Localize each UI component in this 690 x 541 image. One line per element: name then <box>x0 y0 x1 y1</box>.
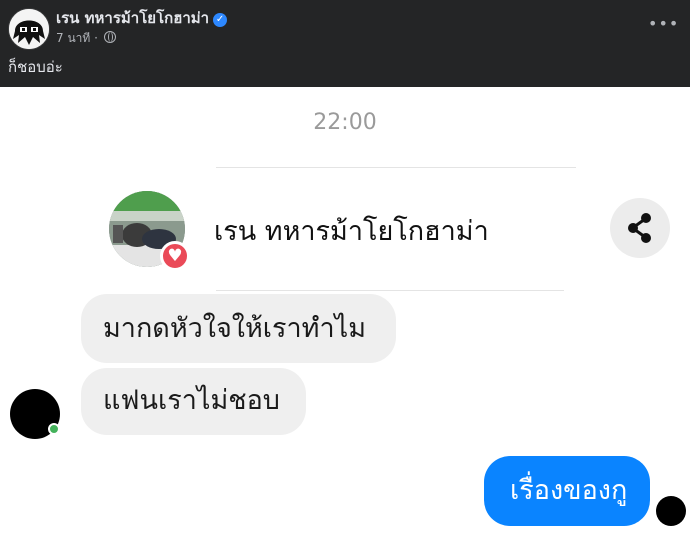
post-caption: ก็ชอบอ่ะ <box>8 58 63 76</box>
verified-badge-icon: ✓ <box>213 13 228 27</box>
outgoing-message[interactable]: เรื่องของกู <box>484 456 650 526</box>
more-options-icon[interactable]: ••• <box>648 16 679 32</box>
globe-icon <box>103 31 116 43</box>
profile-name: เรน ทหารม้าโยโกฮาม่า <box>214 216 489 247</box>
chat-screenshot: 22:00 ♥ เรน ทหารม้าโยโกฮาม่า มากดหัวใจให… <box>0 87 690 541</box>
post-author-name[interactable]: เรน ทหารม้าโยโกฮาม่า <box>56 9 209 27</box>
divider <box>216 167 576 168</box>
chat-timestamp: 22:00 <box>313 110 377 135</box>
post-time[interactable]: 7 นาที <box>56 31 90 45</box>
post-meta: 7 นาที · <box>56 30 116 46</box>
share-button[interactable] <box>610 198 670 258</box>
share-icon <box>628 213 651 243</box>
meta-separator: · <box>94 31 98 45</box>
heart-icon: ♥ <box>160 241 190 271</box>
incoming-message[interactable]: มากดหัวใจให้เราทำไม <box>81 294 396 363</box>
post-header: เรน ทหารม้าโยโกฮาม่า ✓ 7 นาที · ••• ก็ชอบ… <box>0 0 690 87</box>
divider <box>216 290 564 291</box>
seen-avatar <box>656 496 686 526</box>
online-status-dot <box>48 423 60 435</box>
incoming-message[interactable]: แฟนเราไม่ชอบ <box>81 368 306 435</box>
author-avatar-illustration <box>9 9 49 49</box>
author-avatar[interactable] <box>8 8 50 50</box>
post-author-line: เรน ทหารม้าโยโกฮาม่า ✓ <box>56 8 228 28</box>
